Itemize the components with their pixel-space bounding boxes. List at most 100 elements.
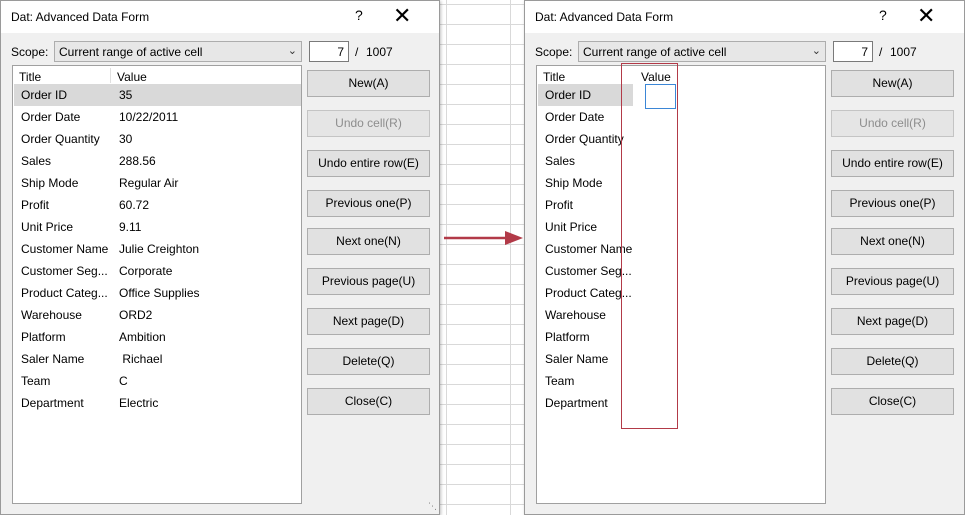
scope-label: Scope: — [11, 45, 49, 59]
table-row[interactable]: Ship Mode — [538, 172, 825, 194]
field-title: Platform — [21, 330, 66, 344]
table-row[interactable]: Team C — [14, 370, 301, 392]
column-divider — [110, 68, 111, 83]
scope-dropdown[interactable]: Current range of active cell ⌄ — [578, 41, 826, 62]
field-value[interactable]: 35 — [119, 88, 132, 102]
table-row[interactable]: Order ID 35 — [14, 84, 301, 106]
field-title: Team — [21, 374, 51, 388]
table-row[interactable]: Order Date 10/22/2011 — [14, 106, 301, 128]
help-button[interactable]: ? — [879, 7, 887, 23]
table-row[interactable]: Ship Mode Regular Air — [14, 172, 301, 194]
undo-cell-button[interactable]: Undo cell(R) — [307, 110, 430, 137]
table-row[interactable]: Team — [538, 370, 825, 392]
advanced-data-form-dialog-after: Dat: Advanced Data Form ? ✕ Scope: Curre… — [524, 0, 965, 515]
table-row[interactable]: Warehouse ORD2 — [14, 304, 301, 326]
table-row[interactable]: Order Quantity 30 — [14, 128, 301, 150]
column-header-title: Title — [543, 70, 566, 84]
next-one-button[interactable]: Next one(N) — [831, 228, 954, 255]
field-value[interactable]: 30 — [119, 132, 132, 146]
table-row[interactable]: Product Categ... Office Supplies — [14, 282, 301, 304]
table-row[interactable]: Order ID — [538, 84, 633, 106]
field-value[interactable]: Julie Creighton — [119, 242, 199, 256]
table-row[interactable]: Customer Name Julie Creighton — [14, 238, 301, 260]
field-title: Team — [545, 374, 575, 388]
table-row[interactable]: Order Quantity — [538, 128, 825, 150]
field-value[interactable]: Corporate — [119, 264, 172, 278]
field-title: Order ID — [21, 88, 68, 102]
table-row[interactable]: Customer Seg... Corporate — [14, 260, 301, 282]
delete-button[interactable]: Delete(Q) — [307, 348, 430, 375]
field-title: Sales — [21, 154, 52, 168]
field-value[interactable]: 9.11 — [119, 220, 141, 234]
next-page-button[interactable]: Next page(D) — [307, 308, 430, 335]
table-row[interactable]: Saler Name — [538, 348, 825, 370]
field-title: Department — [545, 396, 608, 410]
close-icon[interactable]: ✕ — [917, 3, 935, 29]
record-number-input[interactable]: 7 — [309, 41, 349, 62]
field-value[interactable]: Regular Air — [119, 176, 178, 190]
field-value[interactable]: 60.72 — [119, 198, 149, 212]
previous-one-button[interactable]: Previous one(P) — [307, 190, 430, 217]
field-title: Customer Seg... — [545, 264, 632, 278]
table-row[interactable]: Product Categ... — [538, 282, 825, 304]
table-row[interactable]: Profit 60.72 — [14, 194, 301, 216]
scope-value: Current range of active cell — [583, 45, 727, 59]
table-row[interactable]: Unit Price 9.11 — [14, 216, 301, 238]
field-title: Saler Name — [21, 352, 85, 366]
table-row[interactable]: Customer Seg... — [538, 260, 825, 282]
close-button[interactable]: Close(C) — [831, 388, 954, 415]
resize-grip-icon[interactable]: ⋱ — [428, 501, 437, 512]
previous-page-button[interactable]: Previous page(U) — [831, 268, 954, 295]
field-title: Customer Name — [21, 242, 109, 256]
field-value[interactable]: Electric — [119, 396, 158, 410]
field-title: Sales — [545, 154, 576, 168]
field-title: Ship Mode — [545, 176, 603, 190]
table-row[interactable]: Profit — [538, 194, 825, 216]
column-header-value: Value — [117, 70, 147, 84]
help-button[interactable]: ? — [355, 7, 363, 23]
field-title: Platform — [545, 330, 590, 344]
undo-cell-button[interactable]: Undo cell(R) — [831, 110, 954, 137]
table-row[interactable]: Department — [538, 392, 825, 414]
record-total: 1007 — [890, 45, 917, 59]
fields-grid: Title Value Order ID 35 Order Date 10/22/2… — [12, 65, 302, 504]
table-row[interactable]: Sales 288.56 — [14, 150, 301, 172]
previous-page-button[interactable]: Previous page(U) — [307, 268, 430, 295]
close-button[interactable]: Close(C) — [307, 388, 430, 415]
field-value[interactable]: 10/22/2011 — [119, 110, 178, 124]
field-title: Profit — [545, 198, 574, 212]
field-value[interactable]: Office Supplies — [119, 286, 200, 300]
table-row[interactable]: Saler Name Richael — [14, 348, 301, 370]
table-row[interactable]: Unit Price — [538, 216, 825, 238]
field-title: Product Categ... — [545, 286, 632, 300]
table-row[interactable]: Platform — [538, 326, 825, 348]
next-page-button[interactable]: Next page(D) — [831, 308, 954, 335]
table-row[interactable]: Sales — [538, 150, 825, 172]
value-column-highlight — [621, 63, 678, 429]
table-row[interactable]: Platform Ambition — [14, 326, 301, 348]
field-title: Unit Price — [21, 220, 74, 234]
previous-one-button[interactable]: Previous one(P) — [831, 190, 954, 217]
delete-button[interactable]: Delete(Q) — [831, 348, 954, 375]
undo-entire-row-button[interactable]: Undo entire row(E) — [307, 150, 430, 177]
field-value[interactable]: Ambition — [119, 330, 166, 344]
record-separator: / — [355, 45, 359, 59]
scope-dropdown[interactable]: Current range of active cell ⌄ — [54, 41, 302, 62]
field-value[interactable]: ORD2 — [119, 308, 152, 322]
dialog-title: Dat: Advanced Data Form — [11, 10, 150, 24]
table-row[interactable]: Order Date — [538, 106, 825, 128]
new-button[interactable]: New(A) — [831, 70, 954, 97]
undo-entire-row-button[interactable]: Undo entire row(E) — [831, 150, 954, 177]
table-row[interactable]: Customer Name — [538, 238, 825, 260]
new-button[interactable]: New(A) — [307, 70, 430, 97]
field-value[interactable]: 288.56 — [119, 154, 156, 168]
table-row[interactable]: Warehouse — [538, 304, 825, 326]
field-title: Ship Mode — [21, 176, 79, 190]
table-row[interactable]: Department Electric — [14, 392, 301, 414]
close-icon[interactable]: ✕ — [393, 3, 411, 29]
field-value[interactable]: C — [119, 374, 128, 388]
field-value[interactable]: Richael — [119, 352, 162, 366]
record-separator: / — [879, 45, 883, 59]
next-one-button[interactable]: Next one(N) — [307, 228, 430, 255]
record-number-input[interactable]: 7 — [833, 41, 873, 62]
